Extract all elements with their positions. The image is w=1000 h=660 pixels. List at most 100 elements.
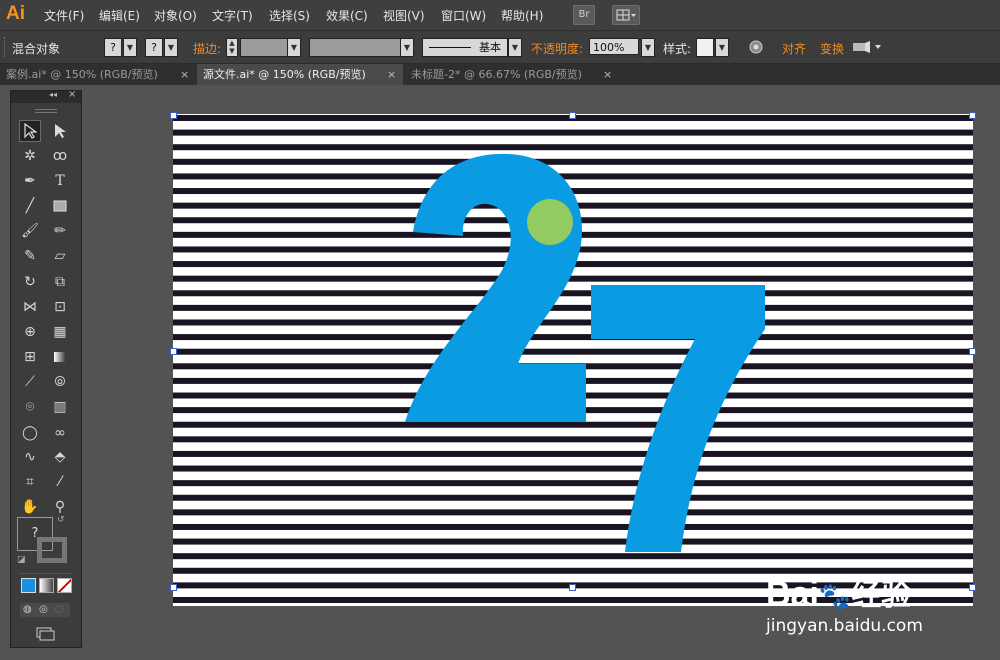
green-highlight-circle[interactable] <box>527 199 573 245</box>
pencil-tool-icon[interactable]: ✏ <box>49 220 71 242</box>
stroke-label[interactable]: 描边: <box>193 40 221 57</box>
tools-panel-header[interactable]: ◂◂ × <box>11 89 81 103</box>
hand-tool-icon[interactable]: ✋ <box>19 496 41 518</box>
curvature-tool-icon[interactable]: ∿ <box>19 446 41 468</box>
bridge-button[interactable]: Br <box>573 5 595 25</box>
tab-source-doc[interactable]: 源文件.ai* @ 150% (RGB/预览) × <box>197 64 403 85</box>
rectangle-tool-icon[interactable] <box>49 195 71 217</box>
perspective-grid-tool-icon[interactable]: ▦ <box>49 321 71 343</box>
blend-tool-icon[interactable]: ⦾ <box>49 371 71 393</box>
brush-dropdown[interactable]: ▼ <box>508 38 522 57</box>
menu-type[interactable]: 文字(T) <box>212 7 253 24</box>
stroke-swatch-dropdown[interactable]: ▼ <box>164 38 178 57</box>
transform-link[interactable]: 变换 <box>820 40 844 57</box>
panel-grip[interactable] <box>35 109 57 113</box>
drawing-modes[interactable]: ◍ ◎ ◌ <box>20 603 70 617</box>
opacity-label[interactable]: 不透明度: <box>531 40 583 57</box>
variable-width-dropdown[interactable]: ▼ <box>400 38 414 57</box>
artboard-tool-icon[interactable]: ⌗ <box>19 471 41 493</box>
close-icon[interactable]: × <box>180 64 189 85</box>
collapse-icon[interactable]: ◂◂ <box>49 90 57 99</box>
selection-handle-tm[interactable] <box>569 112 576 119</box>
symbol-sprayer-tool-icon[interactable]: ⌾ <box>19 396 41 418</box>
selection-handle-bl[interactable] <box>170 584 177 591</box>
tab-case-doc[interactable]: 案例.ai* @ 150% (RGB/预览) × <box>0 64 196 85</box>
type-tool-icon[interactable]: T <box>49 170 71 192</box>
close-icon[interactable]: × <box>68 89 76 100</box>
isolate-selection-icon[interactable] <box>852 40 882 57</box>
digit-two[interactable] <box>405 153 586 422</box>
magic-wand-tool-icon[interactable]: ✲ <box>19 145 41 167</box>
blob-brush-tool-icon[interactable]: ✎ <box>19 245 41 267</box>
artboard[interactable] <box>173 114 973 606</box>
close-icon[interactable]: × <box>603 64 612 85</box>
tab-untitled-doc[interactable]: 未标题-2* @ 66.67% (RGB/预览) × <box>405 64 615 85</box>
fill-dropdown[interactable]: ▼ <box>123 38 137 57</box>
eraser-tool-icon[interactable]: ▱ <box>49 245 71 267</box>
recolor-artwork-icon[interactable] <box>749 40 763 57</box>
draw-behind-icon[interactable]: ◎ <box>39 604 48 615</box>
menu-help[interactable]: 帮助(H) <box>501 7 543 24</box>
eyedropper-tool-icon[interactable]: ⟋ <box>19 371 41 393</box>
none-mode-icon[interactable] <box>57 578 72 593</box>
color-mode-icon[interactable] <box>21 578 36 593</box>
pen-tool-icon[interactable]: ✒ <box>19 170 41 192</box>
slice-tool-icon[interactable]: ⬘ <box>49 446 71 468</box>
variable-width-profile[interactable] <box>309 38 403 57</box>
draw-inside-icon[interactable]: ◌ <box>55 604 64 615</box>
blend-stripe <box>173 348 973 355</box>
stroke-weight-dropdown[interactable]: ▼ <box>287 38 301 57</box>
workspace-layout-button[interactable] <box>612 5 640 25</box>
knife-tool-icon[interactable]: ⁄ <box>49 471 71 493</box>
selection-handle-mr[interactable] <box>969 348 976 355</box>
blend-stripe <box>173 465 973 472</box>
scale-tool-icon[interactable]: ⧉ <box>49 271 71 293</box>
paintbrush-tool-icon[interactable]: 🖌 <box>19 220 41 242</box>
default-colors-icon[interactable]: ◪ <box>17 555 26 565</box>
graphic-style-dropdown[interactable]: ▼ <box>715 38 729 57</box>
stroke-color-box[interactable] <box>37 537 67 563</box>
free-transform-tool-icon[interactable]: ⊡ <box>49 296 71 318</box>
glasses-tool-icon[interactable]: ∞ <box>49 422 71 444</box>
menu-edit[interactable]: 编辑(E) <box>99 7 140 24</box>
stroke-weight-input[interactable] <box>240 38 288 57</box>
tab-label: 源文件.ai* @ 150% (RGB/预览) <box>203 68 366 81</box>
paw-icon: 🐾 <box>818 581 852 611</box>
menu-object[interactable]: 对象(O) <box>154 7 197 24</box>
width-tool-icon[interactable]: ⋈ <box>19 296 41 318</box>
selection-handle-ml[interactable] <box>170 348 177 355</box>
selection-tool-icon[interactable] <box>19 120 41 142</box>
screen-mode-icon[interactable] <box>35 627 55 641</box>
selection-handle-bm[interactable] <box>569 584 576 591</box>
lasso-tool-icon[interactable]: ꝏ <box>49 145 71 167</box>
opacity-dropdown[interactable]: ▼ <box>641 38 655 57</box>
stroke-swatch[interactable]: ? <box>145 38 163 57</box>
column-graph-tool-icon[interactable]: ▥ <box>49 396 71 418</box>
swap-colors-icon[interactable]: ↺ <box>57 515 65 525</box>
ellipse-tool-icon[interactable]: ◯ <box>19 422 41 444</box>
align-link[interactable]: 对齐 <box>782 40 806 57</box>
menu-select[interactable]: 选择(S) <box>269 7 310 24</box>
brush-definition[interactable]: 基本 <box>422 38 508 57</box>
graphic-style-swatch[interactable] <box>696 38 714 57</box>
gradient-mode-icon[interactable] <box>39 578 54 593</box>
selection-handle-tr[interactable] <box>969 112 976 119</box>
direct-selection-tool-icon[interactable] <box>49 120 71 142</box>
object-type-label: 混合对象 <box>12 42 61 56</box>
fill-swatch[interactable]: ? <box>104 38 122 57</box>
menu-file[interactable]: 文件(F) <box>44 7 84 24</box>
close-icon[interactable]: × <box>387 64 396 85</box>
shape-builder-tool-icon[interactable]: ⊕ <box>19 321 41 343</box>
draw-normal-icon[interactable]: ◍ <box>23 604 32 615</box>
menu-effect[interactable]: 效果(C) <box>326 7 368 24</box>
line-segment-tool-icon[interactable]: ╱ <box>19 195 41 217</box>
menu-window[interactable]: 窗口(W) <box>441 7 486 24</box>
stroke-weight-stepper[interactable]: ▲ ▼ <box>226 38 238 57</box>
selection-handle-tl[interactable] <box>170 112 177 119</box>
mesh-tool-icon[interactable]: ⊞ <box>19 346 41 368</box>
control-bar-grip[interactable] <box>4 37 7 57</box>
menu-view[interactable]: 视图(V) <box>383 7 425 24</box>
opacity-input[interactable]: 100% <box>589 38 639 55</box>
gradient-tool-icon[interactable] <box>49 346 71 368</box>
rotate-tool-icon[interactable]: ↻ <box>19 271 41 293</box>
